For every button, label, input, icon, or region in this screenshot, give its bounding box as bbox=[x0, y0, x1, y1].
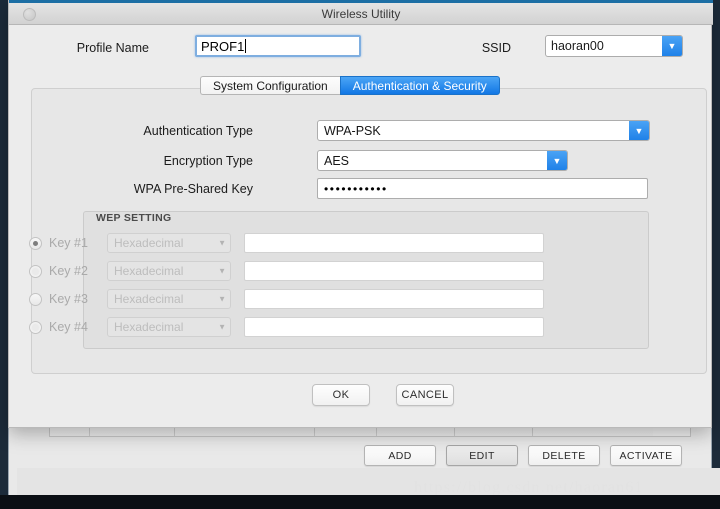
wep-key-4-input[interactable] bbox=[244, 317, 544, 337]
wpa-preshared-key-label: WPA Pre-Shared Key bbox=[133, 182, 253, 196]
wep-key-4-type-value: Hexadecimal bbox=[114, 320, 184, 334]
wep-key-1-type-select[interactable]: Hexadecimal ▼ bbox=[107, 233, 231, 253]
wpa-preshared-key-value: ••••••••••• bbox=[324, 181, 388, 196]
wep-key-2-label: Key #2 bbox=[49, 264, 88, 278]
text-caret bbox=[245, 39, 247, 53]
tab-authentication-security[interactable]: Authentication & Security bbox=[339, 76, 500, 95]
chevron-down-icon[interactable]: ▼ bbox=[218, 295, 226, 304]
window-bottom-strip bbox=[0, 495, 720, 509]
chevron-down-icon[interactable]: ▼ bbox=[662, 36, 682, 56]
wep-key-3-type-value: Hexadecimal bbox=[114, 292, 184, 306]
wep-key-row: Key #2 Hexadecimal ▼ bbox=[29, 260, 559, 282]
ok-button[interactable]: OK bbox=[312, 384, 370, 406]
chevron-down-icon[interactable]: ▼ bbox=[218, 267, 226, 276]
wep-key-1-type-value: Hexadecimal bbox=[114, 236, 184, 250]
wireless-utility-dialog: Wireless Utility Profile Name PROF1 SSID… bbox=[8, 0, 713, 428]
wep-key-1-input[interactable] bbox=[244, 233, 544, 253]
encryption-type-label: Encryption Type bbox=[163, 154, 253, 168]
activate-button[interactable]: ACTIVATE bbox=[610, 445, 682, 466]
profile-name-value: PROF1 bbox=[201, 38, 245, 54]
authentication-type-label: Authentication Type bbox=[143, 124, 253, 138]
wep-key-2-input[interactable] bbox=[244, 261, 544, 281]
dialog-titlebar[interactable]: Wireless Utility bbox=[9, 3, 713, 25]
profile-name-label: Profile Name bbox=[76, 41, 149, 55]
ssid-label: SSID bbox=[481, 41, 511, 55]
edit-button[interactable]: EDIT bbox=[446, 445, 518, 466]
wep-key-4-radio[interactable] bbox=[29, 320, 42, 334]
ssid-select[interactable]: haoran00 ▼ bbox=[545, 35, 683, 57]
wep-key-4-type-select[interactable]: Hexadecimal ▼ bbox=[107, 317, 231, 337]
wep-key-3-input[interactable] bbox=[244, 289, 544, 309]
tab-system-configuration[interactable]: System Configuration bbox=[200, 76, 340, 95]
chevron-down-icon[interactable]: ▼ bbox=[218, 323, 226, 332]
wep-key-1-label: Key #1 bbox=[49, 236, 88, 250]
chevron-down-icon[interactable]: ▼ bbox=[547, 151, 567, 170]
authentication-type-value: WPA-PSK bbox=[324, 123, 381, 138]
wep-key-row: Key #1 Hexadecimal ▼ bbox=[29, 232, 559, 254]
wep-setting-legend: WEP SETTING bbox=[93, 212, 175, 224]
authentication-type-select[interactable]: WPA-PSK ▼ bbox=[317, 120, 650, 141]
ssid-value: haoran00 bbox=[551, 39, 604, 53]
add-button[interactable]: ADD bbox=[364, 445, 436, 466]
wep-key-4-label: Key #4 bbox=[49, 320, 88, 334]
dialog-title: Wireless Utility bbox=[321, 7, 401, 21]
wep-key-1-radio[interactable] bbox=[29, 236, 42, 250]
wep-key-2-type-value: Hexadecimal bbox=[114, 264, 184, 278]
chevron-down-icon[interactable]: ▼ bbox=[218, 239, 226, 248]
wep-key-row: Key #3 Hexadecimal ▼ bbox=[29, 288, 559, 310]
wep-key-row: Key #4 Hexadecimal ▼ bbox=[29, 316, 559, 338]
profile-name-input[interactable]: PROF1 bbox=[195, 35, 361, 57]
wep-key-2-radio[interactable] bbox=[29, 264, 42, 278]
wep-key-2-type-select[interactable]: Hexadecimal ▼ bbox=[107, 261, 231, 281]
encryption-type-select[interactable]: AES ▼ bbox=[317, 150, 568, 171]
encryption-type-value: AES bbox=[324, 153, 350, 168]
wep-key-3-radio[interactable] bbox=[29, 292, 42, 306]
delete-button[interactable]: DELETE bbox=[528, 445, 600, 466]
tab-bar: System Configuration Authentication & Se… bbox=[200, 76, 500, 95]
chevron-down-icon[interactable]: ▼ bbox=[629, 121, 649, 140]
wpa-preshared-key-input[interactable]: ••••••••••• bbox=[317, 178, 648, 199]
background-button-bar: ADD EDIT DELETE ACTIVATE bbox=[364, 445, 682, 466]
wep-key-3-type-select[interactable]: Hexadecimal ▼ bbox=[107, 289, 231, 309]
wep-key-3-label: Key #3 bbox=[49, 292, 88, 306]
cancel-button[interactable]: CANCEL bbox=[396, 384, 454, 406]
